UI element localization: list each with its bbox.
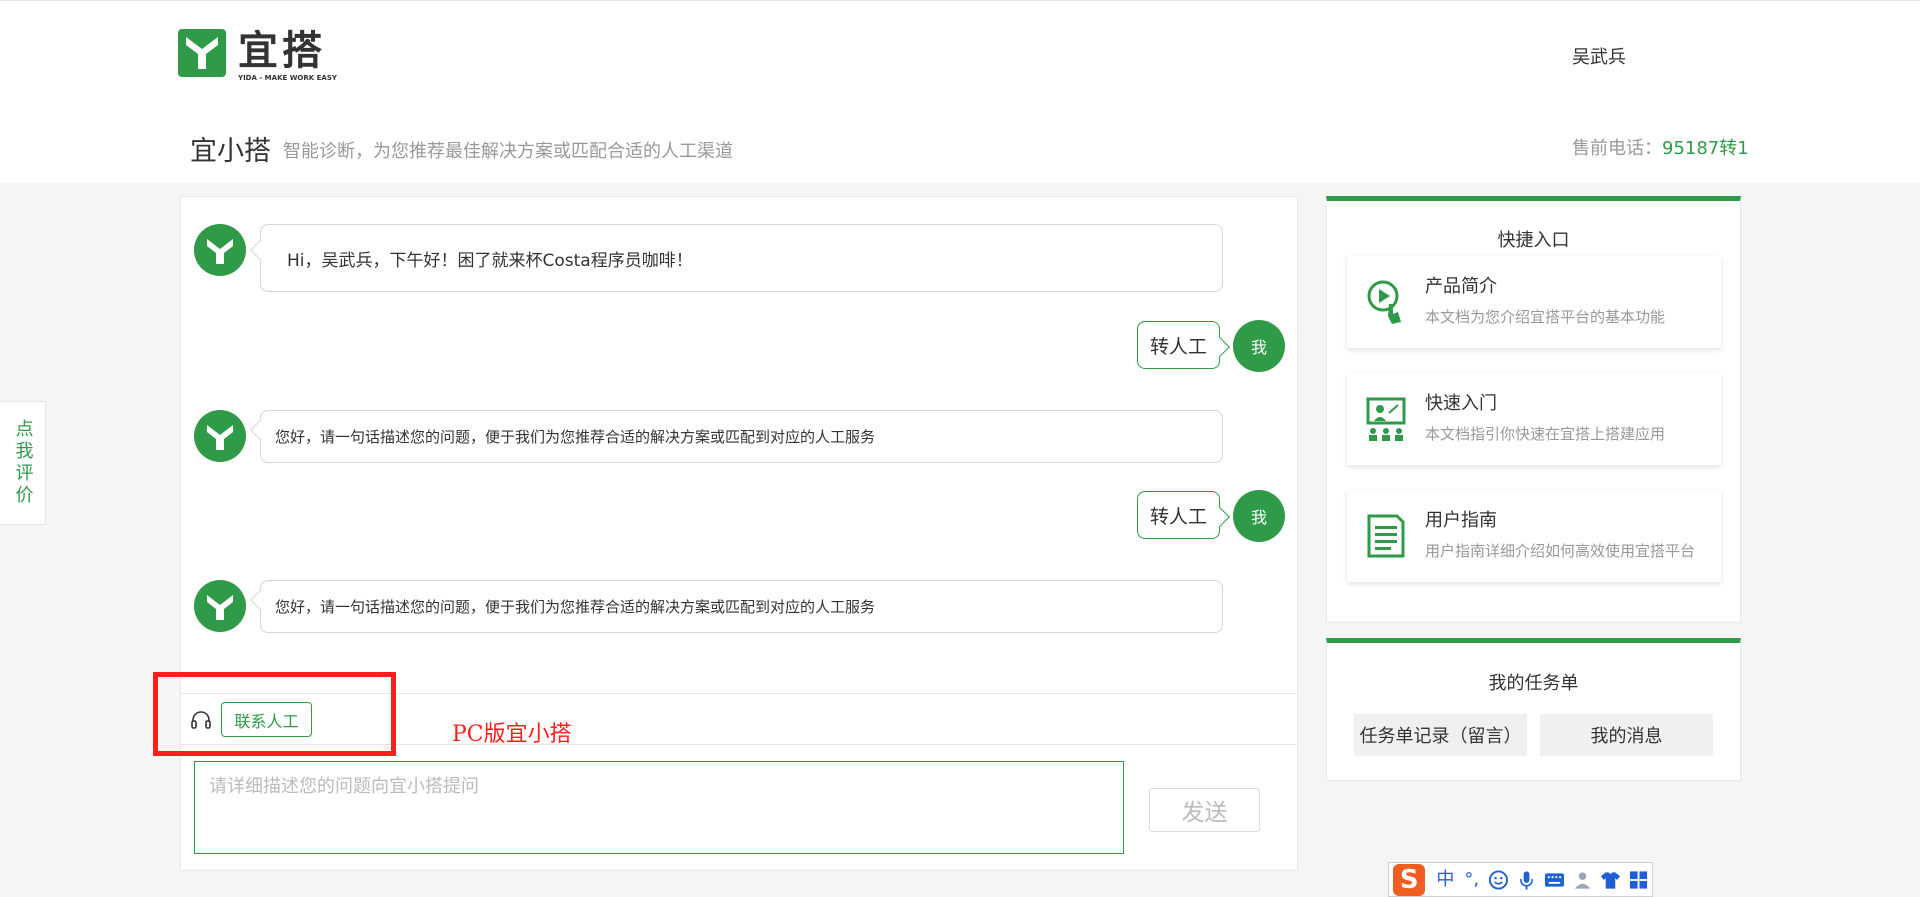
quick-item-title: 快速入门 [1425,393,1497,414]
question-input[interactable] [194,761,1124,854]
rate-us-label: 点我评价 [12,419,34,507]
bot-message: Hi，吴武兵，下午好！困了就来杯Costa程序员咖啡！ [250,224,1223,292]
message-text: 转人工 [1149,505,1207,528]
quick-item-getting-started[interactable]: 快速入门 本文档指引你快速在宜搭上搭建应用 [1347,373,1721,465]
quick-item-title: 产品简介 [1425,276,1497,297]
send-button[interactable]: 发送 [1149,788,1260,832]
yida-logo[interactable]: 宜搭 YIDA - MAKE WORK EASY [178,29,337,83]
user-avatar-label: 我 [1250,338,1267,357]
page-title: 宜小搭 [190,136,271,167]
quick-entry-title: 快捷入口 [1497,230,1570,251]
user-tool-icon[interactable] [1573,869,1592,891]
bot-message: 您好，请一句话描述您的问题，便于我们为您推荐合适的解决方案或匹配到对应的人工服务 [250,410,1223,463]
user-avatar: 我 [1233,320,1285,372]
annotation-label: PC版宜小搭 [452,722,572,747]
user-message: 转人工 [1137,321,1230,369]
grid-menu-icon[interactable] [1629,870,1648,890]
user-avatar: 我 [1233,490,1285,542]
hotline-label: 售前电话： [1572,138,1662,159]
bot-logo-icon [207,425,233,450]
presentation-icon [1366,397,1406,441]
task-records-button[interactable]: 任务单记录（留言） [1354,714,1527,756]
ime-mode-toggle[interactable]: 中 [1436,869,1454,890]
yida-logo-icon [178,29,226,77]
bot-logo-icon [207,595,233,620]
ime-toolbar[interactable]: S 中 °, [1388,862,1653,897]
message-text: 转人工 [1149,335,1207,358]
bot-message: 您好，请一句话描述您的问题，便于我们为您推荐合适的解决方案或匹配到对应的人工服务 [250,580,1223,633]
hotline-number: 95187转1 [1662,138,1749,159]
quick-item-product-intro[interactable]: 产品简介 本文档为您介绍宜搭平台的基本功能 [1347,256,1721,348]
message-text: 您好，请一句话描述您的问题，便于我们为您推荐合适的解决方案或匹配到对应的人工服务 [275,598,876,616]
user-message: 转人工 [1137,491,1230,539]
brand-name: 宜搭 [238,28,326,74]
sogou-logo-icon[interactable]: S [1393,863,1426,896]
message-text: 您好，请一句话描述您的问题，便于我们为您推荐合适的解决方案或匹配到对应的人工服务 [275,428,876,446]
bot-logo-icon [207,239,233,264]
user-avatar-label: 我 [1250,508,1267,527]
emoji-icon[interactable] [1488,869,1509,891]
task-panel: 我的任务单 任务单记录（留言） 我的消息 [1326,638,1741,781]
quick-item-desc: 用户指南详细介绍如何高效使用宜搭平台 [1425,542,1696,560]
play-pointer-icon [1367,280,1401,324]
quick-item-title: 用户指南 [1425,510,1497,531]
keyboard-icon[interactable] [1544,871,1565,889]
bot-avatar [194,580,246,632]
skin-shirt-icon[interactable] [1600,870,1621,890]
annotation-highlight-box [153,672,396,756]
document-icon [1367,514,1405,558]
message-text: Hi，吴武兵，下午好！困了就来杯Costa程序员咖啡！ [287,250,693,271]
rate-us-tab[interactable]: 点我评价 [0,401,46,525]
quick-item-desc: 本文档为您介绍宜搭平台的基本功能 [1425,308,1666,326]
brand-slogan: YIDA - MAKE WORK EASY [238,74,337,82]
quick-item-desc: 本文档指引你快速在宜搭上搭建应用 [1425,425,1666,443]
bot-avatar [194,410,246,462]
quick-item-user-guide[interactable]: 用户指南 用户指南详细介绍如何高效使用宜搭平台 [1347,490,1721,582]
microphone-icon[interactable] [1517,869,1536,891]
page-description: 智能诊断，为您推荐最佳解决方案或匹配合适的人工渠道 [283,141,733,162]
task-panel-title: 我的任务单 [1488,673,1579,694]
my-messages-button[interactable]: 我的消息 [1540,714,1713,756]
chat-panel: Hi，吴武兵，下午好！困了就来杯Costa程序员咖啡！ 转人工 我 您好，请一句… [180,196,1298,871]
bot-avatar [194,224,246,276]
current-user-name[interactable]: 吴武兵 [1572,43,1626,69]
ime-punctuation-toggle[interactable]: °, [1464,869,1479,890]
quick-entry-panel: 快捷入口 产品简介 本文档为您介绍宜搭平台的基本功能 快速入门 本文档指引你快速… [1326,196,1741,623]
hotline: 售前电话：95187转1 [1572,134,1749,160]
page-header: 宜搭 YIDA - MAKE WORK EASY 吴武兵 宜小搭 智能诊断，为您… [0,0,1920,183]
